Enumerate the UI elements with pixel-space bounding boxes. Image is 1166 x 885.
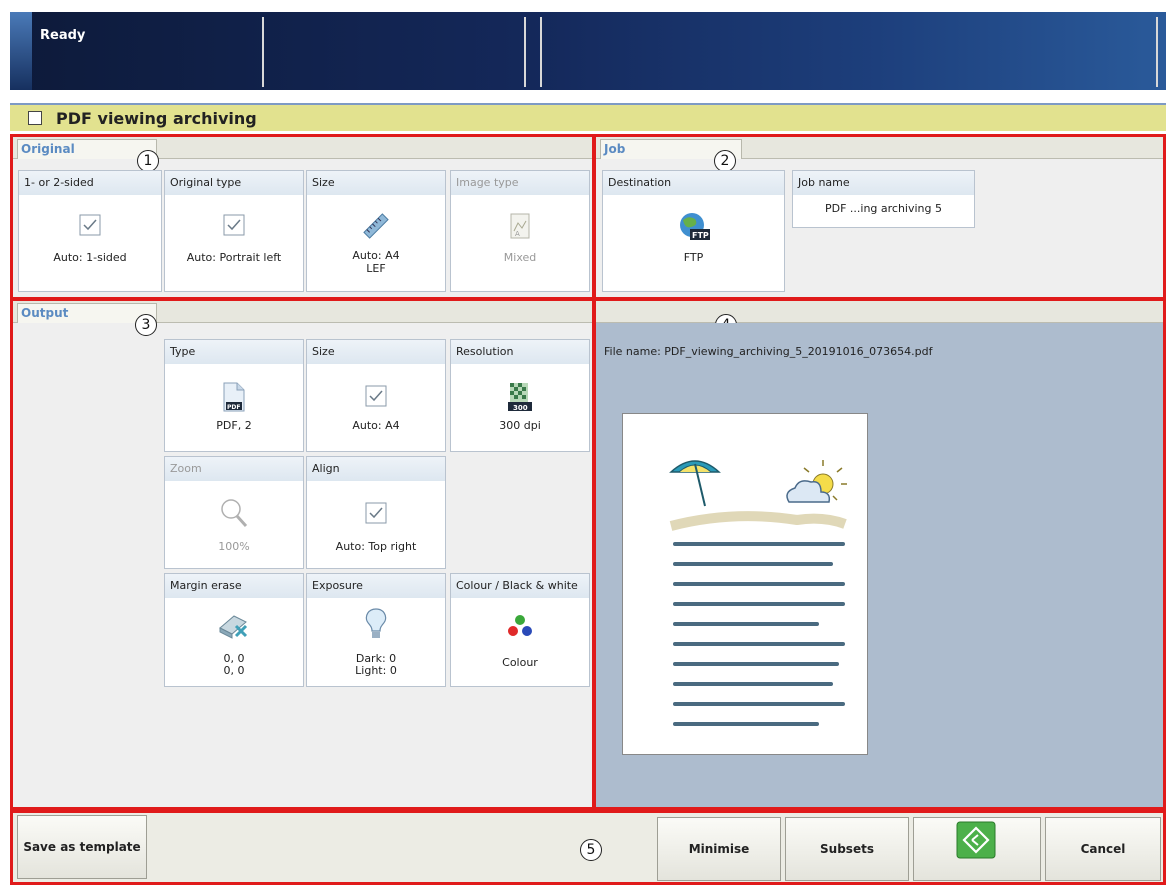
svg-text:A: A bbox=[515, 230, 520, 238]
output-panel: Output 3 Type PDF PDF, 2 Size Auto: A4 R… bbox=[10, 298, 595, 810]
beach-illustration bbox=[669, 460, 847, 726]
ftp-globe-icon: FTP bbox=[679, 213, 710, 240]
original-tabstrip: Original bbox=[13, 137, 592, 159]
margin-erase-tile[interactable]: Margin erase 0, 0 0, 0 bbox=[164, 573, 304, 687]
resolution-icon: 300 bbox=[508, 383, 532, 412]
file-name-label: File name: PDF_viewing_archiving_5_20191… bbox=[604, 345, 933, 358]
job-name-tile[interactable]: Job name PDF ...ing archiving 5 bbox=[792, 170, 975, 228]
callout-marker-3: 3 bbox=[135, 314, 157, 336]
tab-original[interactable]: Original bbox=[17, 139, 157, 159]
checkbox-icon bbox=[365, 502, 387, 524]
tile-label: Margin erase bbox=[165, 574, 303, 598]
status-divider bbox=[540, 17, 542, 87]
tile-label: Align bbox=[307, 457, 445, 481]
tile-value: Auto: Top right bbox=[335, 540, 417, 553]
tile-value: Auto: Portrait left bbox=[186, 251, 282, 264]
title-bar: PDF viewing archiving bbox=[10, 103, 1166, 131]
colour-dots-icon bbox=[508, 615, 532, 636]
resolution-badge: 300 bbox=[513, 404, 528, 412]
svg-text:PDF: PDF bbox=[227, 404, 240, 411]
tile-value: Light: 0 bbox=[355, 664, 397, 677]
tile-label: Destination bbox=[603, 171, 784, 195]
cancel-button[interactable]: Cancel bbox=[1045, 817, 1161, 881]
tile-label: Original type bbox=[165, 171, 303, 195]
callout-marker-1: 1 bbox=[137, 150, 159, 172]
tile-label: Type bbox=[165, 340, 303, 364]
tile-label: Size bbox=[307, 171, 445, 195]
status-divider bbox=[524, 17, 526, 87]
status-divider bbox=[1156, 17, 1158, 87]
preview-tabstrip bbox=[596, 301, 1163, 323]
original-size-tile[interactable]: Size Auto: A4 LEF bbox=[306, 170, 446, 292]
svg-text:FTP: FTP bbox=[692, 231, 709, 240]
checkbox-icon bbox=[223, 214, 245, 236]
output-tabstrip: Output bbox=[13, 301, 592, 323]
magnifier-icon bbox=[221, 499, 248, 528]
tile-value: Auto: A4 bbox=[352, 249, 400, 262]
tile-value: 100% bbox=[218, 540, 250, 553]
tile-label: Exposure bbox=[307, 574, 445, 598]
output-size-tile[interactable]: Size Auto: A4 bbox=[306, 339, 446, 452]
job-tabstrip: Job bbox=[596, 137, 1163, 159]
lightbulb-icon bbox=[365, 608, 387, 638]
bottom-toolbar: Save as template 5 Minimise Subsets Canc… bbox=[10, 810, 1166, 885]
exposure-tile[interactable]: Exposure Dark: 0 Light: 0 bbox=[306, 573, 446, 687]
tile-label: Resolution bbox=[451, 340, 589, 364]
original-type-tile[interactable]: Original type Auto: Portrait left bbox=[164, 170, 304, 292]
checkbox-icon bbox=[79, 214, 101, 236]
image-type-tile: Image type A Mixed bbox=[450, 170, 590, 292]
tile-label: Colour / Black & white bbox=[451, 574, 589, 598]
tile-value: 300 dpi bbox=[499, 419, 541, 432]
tile-value: FTP bbox=[683, 251, 704, 264]
tile-value: PDF, 2 bbox=[216, 419, 252, 432]
status-bar: Ready bbox=[10, 12, 1166, 90]
tile-value: PDF ...ing archiving 5 bbox=[824, 202, 943, 215]
tile-label: Size bbox=[307, 340, 445, 364]
tile-value: Auto: 1-sided bbox=[53, 251, 127, 264]
one-or-two-sided-tile[interactable]: 1- or 2-sided Auto: 1-sided bbox=[18, 170, 162, 292]
ruler-icon bbox=[363, 213, 389, 239]
tile-value: Mixed bbox=[503, 251, 537, 264]
output-type-tile[interactable]: Type PDF PDF, 2 bbox=[164, 339, 304, 452]
page-thumbnail[interactable] bbox=[622, 413, 868, 755]
destination-tile[interactable]: Destination FTP FTP bbox=[602, 170, 785, 292]
template-icon bbox=[28, 111, 42, 125]
tile-label: Image type bbox=[451, 171, 589, 195]
tile-value: Colour bbox=[502, 656, 538, 669]
tile-label: Zoom bbox=[165, 457, 303, 481]
status-divider bbox=[262, 17, 264, 87]
eraser-icon bbox=[219, 615, 248, 639]
tile-value: Auto: A4 bbox=[352, 419, 400, 432]
align-tile[interactable]: Align Auto: Top right bbox=[306, 456, 446, 569]
tile-value: 0, 0 bbox=[223, 664, 245, 677]
image-type-icon: A bbox=[510, 213, 530, 239]
save-as-template-button[interactable]: Save as template bbox=[17, 815, 147, 879]
pdf-file-icon: PDF bbox=[223, 382, 245, 412]
job-panel: Job 2 Destination FTP FTP Job name PDF .… bbox=[593, 134, 1166, 300]
preview-panel: 4 File name: PDF_viewing_archiving_5_201… bbox=[593, 298, 1166, 810]
status-text: Ready bbox=[40, 28, 86, 43]
callout-marker-5: 5 bbox=[580, 839, 602, 861]
resolution-tile[interactable]: Resolution 300 300 dpi bbox=[450, 339, 590, 452]
callout-marker-2: 2 bbox=[714, 150, 736, 172]
checkbox-icon bbox=[365, 385, 387, 407]
start-button[interactable] bbox=[913, 817, 1041, 881]
subsets-button[interactable]: Subsets bbox=[785, 817, 909, 881]
page-title: PDF viewing archiving bbox=[56, 109, 257, 128]
status-bar-accent bbox=[10, 12, 32, 90]
tile-value: LEF bbox=[366, 262, 386, 275]
tile-label: 1- or 2-sided bbox=[19, 171, 161, 195]
colour-mode-tile[interactable]: Colour / Black & white Colour bbox=[450, 573, 590, 687]
minimise-button[interactable]: Minimise bbox=[657, 817, 781, 881]
start-icon bbox=[956, 821, 996, 859]
zoom-tile: Zoom 100% bbox=[164, 456, 304, 569]
tile-label: Job name bbox=[793, 171, 974, 195]
original-panel: Original 1 1- or 2-sided Auto: 1-sided O… bbox=[10, 134, 595, 300]
